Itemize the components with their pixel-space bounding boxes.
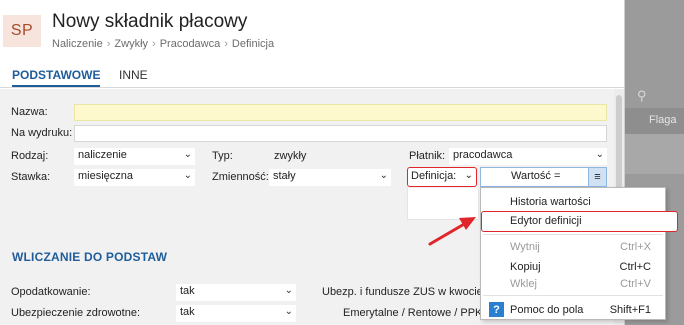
breadcrumb-separator: › <box>152 38 156 50</box>
avatar: SP <box>3 15 41 47</box>
zmiennosc-value: stały <box>273 170 296 182</box>
typ-value: zwykły <box>274 150 307 162</box>
wydruk-input[interactable] <box>74 125 607 142</box>
page-title: Nowy składnik płacowy <box>52 11 248 32</box>
definicja-select[interactable]: Definicja: ⌄ <box>407 167 477 187</box>
menu-separator <box>483 295 663 296</box>
definition-area[interactable] <box>407 188 479 220</box>
menu-icon[interactable]: ≡ <box>588 168 606 186</box>
zmiennosc-select[interactable]: stały ⌄ <box>269 169 391 186</box>
definicja-value: Definicja: <box>411 170 457 182</box>
search-icon: ⚲ <box>637 88 647 103</box>
opodatkowanie-value: tak <box>180 285 195 297</box>
chevron-down-icon: ⌄ <box>284 285 293 296</box>
menu-item-historia[interactable]: Historia wartości <box>481 193 665 211</box>
platnik-value: pracodawca <box>453 149 513 161</box>
tab-bar: PODSTAWOWE INNE <box>0 66 625 88</box>
stawka-label: Stawka: <box>11 171 51 183</box>
menu-item-pomoc[interactable]: ? Pomoc do pola Shift+F1 <box>481 301 665 319</box>
menu-item-edytor[interactable]: Edytor definicji <box>481 211 678 232</box>
breadcrumb-separator: › <box>224 38 228 50</box>
chevron-down-icon: ⌄ <box>284 306 293 317</box>
breadcrumb: Naliczenie › Zwykły › Pracodawca › Definicja <box>52 38 274 50</box>
opodatkowanie-select[interactable]: tak ⌄ <box>176 284 296 301</box>
menu-item-label: Historia wartości <box>510 196 591 208</box>
rodzaj-value: naliczenie <box>78 149 127 161</box>
help-icon: ? <box>489 302 504 317</box>
breadcrumb-item: Definicja <box>231 38 275 50</box>
chevron-down-icon: ⌄ <box>464 170 473 181</box>
menu-item-label: Kopiuj <box>510 261 541 273</box>
menu-separator <box>483 234 663 235</box>
background-column-flaga: Flaga <box>649 114 677 126</box>
platnik-label: Płatnik: <box>409 150 446 162</box>
nazwa-label: Nazwa: <box>11 106 48 118</box>
chevron-down-icon: ⌄ <box>183 149 192 160</box>
breadcrumb-item: Pracodawca <box>159 38 221 50</box>
zmiennosc-label: Zmienność: <box>212 171 269 183</box>
chevron-down-icon: ⌄ <box>183 170 192 181</box>
wydruk-label: Na wydruku: <box>11 127 73 139</box>
wartosc-field[interactable]: Wartość = ≡ <box>480 167 607 187</box>
breadcrumb-item: Zwykły <box>114 38 149 50</box>
menu-item-label: Edytor definicji <box>510 215 582 227</box>
menu-item-label: Wytnij <box>510 241 540 253</box>
tab-inne[interactable]: INNE <box>119 68 148 82</box>
chevron-down-icon: ⌄ <box>379 170 388 181</box>
stawka-value: miesięczna <box>78 170 134 182</box>
wartosc-value: Wartość = <box>511 170 561 182</box>
opodatkowanie-label: Opodatkowanie: <box>11 286 91 298</box>
chevron-down-icon: ⌄ <box>595 149 604 160</box>
rodzaj-select[interactable]: naliczenie ⌄ <box>74 148 195 165</box>
zdrowotne-value: tak <box>180 306 195 318</box>
menu-item-shortcut: Shift+F1 <box>609 304 651 316</box>
stawka-select[interactable]: miesięczna ⌄ <box>74 169 195 186</box>
section-title: WLICZANIE DO PODSTAW <box>12 250 168 264</box>
platnik-select[interactable]: pracodawca ⌄ <box>449 148 607 165</box>
menu-item-shortcut: Ctrl+V <box>620 278 651 290</box>
nazwa-input[interactable] <box>74 104 607 121</box>
typ-label: Typ: <box>212 150 233 162</box>
menu-item-shortcut: Ctrl+X <box>620 241 651 253</box>
breadcrumb-item: Naliczenie <box>52 38 103 50</box>
menu-item-kopiuj[interactable]: Kopiuj Ctrl+C <box>481 258 665 276</box>
breadcrumb-separator: › <box>106 38 111 50</box>
emerytalne-label: Emerytalne / Rentowe / PPK: <box>343 307 486 319</box>
menu-item-wytnij[interactable]: Wytnij Ctrl+X <box>481 238 665 256</box>
tab-podstawowe[interactable]: PODSTAWOWE <box>12 68 101 87</box>
zus-label: Ubezp. i fundusze ZUS w kwocie: <box>322 286 486 298</box>
zdrowotne-select[interactable]: tak ⌄ <box>176 305 296 322</box>
menu-item-label: Pomoc do pola <box>510 304 584 316</box>
menu-item-label: Wklej <box>510 278 537 290</box>
background-cell <box>625 134 684 174</box>
menu-item-wklej[interactable]: Wklej Ctrl+V <box>481 275 665 293</box>
menu-item-shortcut: Ctrl+C <box>619 261 651 273</box>
rodzaj-label: Rodzaj: <box>11 150 49 162</box>
context-menu: Historia wartości Edytor definicji Wytni… <box>480 187 678 320</box>
zdrowotne-label: Ubezpieczenie zdrowotne: <box>11 307 141 319</box>
